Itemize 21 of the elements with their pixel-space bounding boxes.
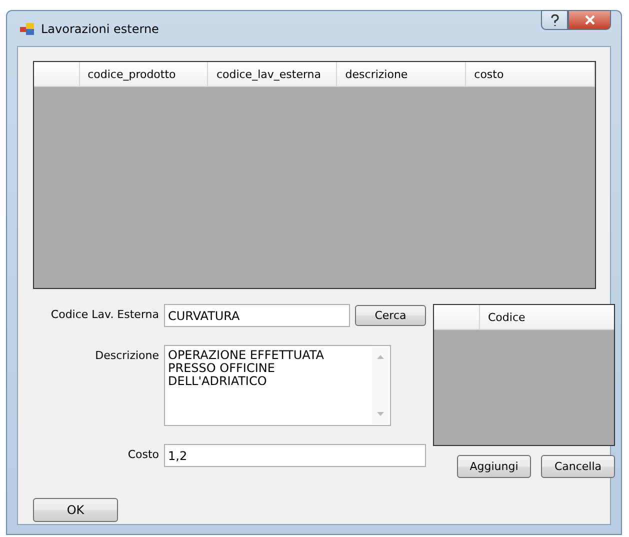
column-header[interactable]: descrizione bbox=[337, 62, 466, 86]
field-label: Descrizione bbox=[94, 348, 159, 362]
column-header[interactable]: codice_prodotto bbox=[80, 62, 208, 86]
field-label: Costo bbox=[126, 447, 159, 461]
app-icon bbox=[20, 22, 34, 36]
search-button[interactable]: Cerca bbox=[355, 305, 426, 326]
help-button[interactable] bbox=[541, 10, 568, 30]
ok-button[interactable]: OK bbox=[33, 498, 118, 522]
close-icon bbox=[584, 15, 594, 25]
column-header[interactable]: costo bbox=[466, 62, 596, 86]
delete-button[interactable]: Cancella bbox=[541, 455, 615, 478]
scrollbar[interactable] bbox=[372, 347, 389, 424]
help-icon bbox=[550, 14, 560, 26]
add-button[interactable]: Aggiungi bbox=[457, 455, 531, 478]
field-label: Codice Lav. Esterna bbox=[50, 307, 159, 321]
cost-field[interactable]: 1,2 bbox=[164, 444, 426, 467]
column-header[interactable]: codice_lav_esterna bbox=[208, 62, 338, 86]
window-title: Lavorazioni esterne bbox=[41, 22, 160, 36]
close-button[interactable] bbox=[568, 10, 611, 30]
description-field[interactable]: OPERAZIONE EFFETTUATA PRESSO OFFICINE DELL'ADRIATICO bbox=[164, 345, 391, 426]
code-field[interactable]: CURVATURA bbox=[164, 304, 350, 327]
